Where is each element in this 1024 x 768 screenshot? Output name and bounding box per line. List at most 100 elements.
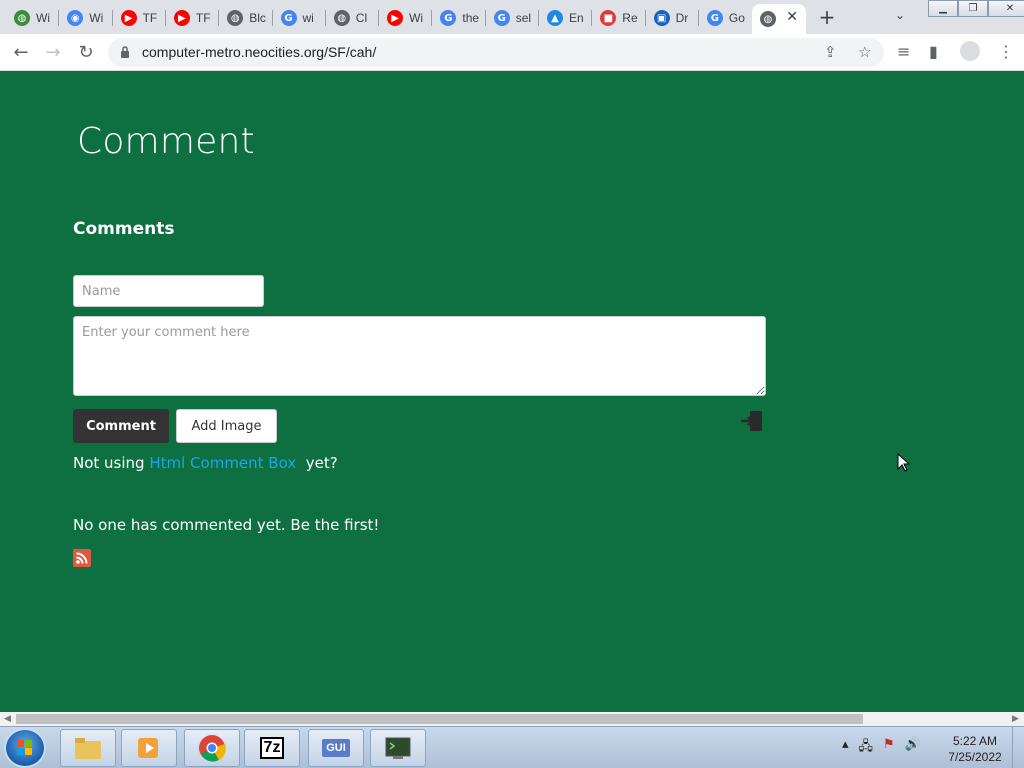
browser-tab[interactable]: ▲ En xyxy=(539,4,590,32)
page-title: Comment xyxy=(77,121,255,162)
comment-button[interactable]: Comment xyxy=(73,409,169,443)
start-button[interactable] xyxy=(4,728,46,768)
side-panel-icon[interactable]: ▮ xyxy=(929,42,938,61)
google-icon: G xyxy=(493,10,510,26)
tab-search-dropdown-icon[interactable]: ⌄ xyxy=(895,8,905,22)
tab-title: TF xyxy=(195,11,211,25)
taskbar-gui-app[interactable]: GUI xyxy=(308,729,364,767)
tab-close-icon[interactable]: ✕ xyxy=(786,9,798,25)
browser-toolbar: ← → ↻ computer-metro.neocities.org/SF/ca… xyxy=(0,34,1024,71)
tab-title: Cl xyxy=(355,11,368,25)
taskbar-media-player[interactable] xyxy=(121,729,177,767)
scroll-left-icon[interactable]: ◀ xyxy=(4,714,11,724)
name-input[interactable] xyxy=(73,275,264,307)
media-player-icon xyxy=(138,738,158,758)
youtube-icon: ▶ xyxy=(387,10,404,26)
bookmark-star-icon[interactable]: ☆ xyxy=(858,43,871,61)
maximize-button[interactable]: ❐ xyxy=(958,0,988,17)
globe-icon: ◍ xyxy=(760,11,776,27)
doc-icon: ▣ xyxy=(653,10,670,26)
clock-time: 5:22 AM xyxy=(952,734,998,748)
browser-tab[interactable]: Gsel xyxy=(486,4,537,32)
tab-separator xyxy=(271,10,273,26)
browser-tab[interactable]: G Go xyxy=(699,4,750,32)
browser-tab[interactable]: ▶ Wi xyxy=(379,4,430,32)
volume-icon[interactable]: 🔊 xyxy=(905,737,921,759)
tab-title: sel xyxy=(515,11,532,25)
windows-taskbar: 7z GUI ▴ 🖧 ⚑ 🔊 5:22 AM 7/25/2022 xyxy=(0,726,1024,768)
mouse-cursor-icon xyxy=(897,453,911,472)
rss-feed-icon[interactable] xyxy=(73,549,91,567)
browser-tab[interactable]: ◉ Wi xyxy=(59,4,110,32)
forward-button[interactable]: → xyxy=(41,41,65,65)
browser-tab[interactable]: ◍ Cl xyxy=(326,4,377,32)
login-icon[interactable] xyxy=(740,409,764,433)
tab-active[interactable]: ◍ ✕ xyxy=(752,4,806,34)
show-desktop-button[interactable] xyxy=(1012,727,1024,768)
page-content: Comment Comments Comment Add Image Not u… xyxy=(0,71,1024,712)
share-icon[interactable]: ⇪ xyxy=(824,43,837,61)
tab-title: Wi xyxy=(89,11,104,25)
tab-title: Blc xyxy=(249,11,266,25)
sevenzip-icon: 7z xyxy=(259,737,285,759)
system-clock[interactable]: 5:22 AM 7/25/2022 xyxy=(940,733,1010,765)
action-center-icon[interactable]: ⚑ xyxy=(883,737,895,759)
tab-title: Dr xyxy=(675,11,689,25)
show-hidden-icons[interactable]: ▴ xyxy=(842,737,849,759)
network-icon[interactable]: 🖧 xyxy=(859,737,874,759)
tab-separator xyxy=(644,10,646,26)
tab-separator xyxy=(58,10,60,26)
tab-separator xyxy=(538,10,539,26)
chrome-icon xyxy=(199,735,226,762)
comment-textarea[interactable] xyxy=(73,316,766,396)
system-tray: ▴ 🖧 ⚑ 🔊 xyxy=(842,737,921,759)
browser-tab[interactable]: ◍ Blc xyxy=(219,4,270,32)
browser-tab[interactable]: ▣ Dr xyxy=(646,4,697,32)
lock-icon[interactable] xyxy=(120,45,130,59)
browser-tab[interactable]: ■ Re xyxy=(592,4,643,32)
taskbar-terminal-app[interactable] xyxy=(370,729,426,767)
taskbar-chrome[interactable] xyxy=(184,729,240,767)
folder-icon xyxy=(75,738,101,759)
windows-logo-icon xyxy=(17,740,32,755)
browser-tab[interactable]: ◍ Wi xyxy=(6,4,57,32)
browser-tab[interactable]: ▶ TF xyxy=(166,4,217,32)
taskbar-7zip[interactable]: 7z xyxy=(244,729,300,767)
tab-title: the xyxy=(462,11,480,25)
browser-tab[interactable]: Gthe xyxy=(432,4,483,32)
add-image-button[interactable]: Add Image xyxy=(176,409,277,443)
tab-separator xyxy=(378,10,380,26)
tab-title: TF xyxy=(142,11,158,25)
address-bar[interactable]: computer-metro.neocities.org/SF/cah/ ⇪ ☆ xyxy=(108,38,884,67)
reload-button[interactable]: ↻ xyxy=(74,41,98,65)
clock-date: 7/25/2022 xyxy=(948,750,1002,764)
no-comments-message: No one has commented yet. Be the first! xyxy=(73,516,380,534)
browser-tab[interactable]: Gwi xyxy=(273,4,324,32)
menu-kebab-icon[interactable]: ⋮ xyxy=(998,42,1014,61)
app-icon: ■ xyxy=(600,10,617,26)
tab-title: En xyxy=(569,11,584,25)
minimize-button[interactable]: ▁ xyxy=(928,0,958,17)
tab-separator xyxy=(697,10,699,26)
media-control-icon[interactable]: ≡ xyxy=(897,42,910,61)
scroll-right-icon[interactable]: ▶ xyxy=(1012,714,1019,724)
google-icon: G xyxy=(440,10,457,26)
new-tab-button[interactable]: + xyxy=(816,6,838,28)
url-text[interactable]: computer-metro.neocities.org/SF/cah/ xyxy=(142,44,376,60)
profile-avatar-icon[interactable] xyxy=(960,41,980,61)
tab-title: wi xyxy=(302,11,314,25)
globe-icon: ◍ xyxy=(333,10,350,26)
horizontal-scrollbar[interactable]: ◀ ▶ xyxy=(0,712,1024,726)
back-button[interactable]: ← xyxy=(9,41,33,65)
tab-title: Wi xyxy=(36,11,50,25)
google-icon: G xyxy=(706,10,723,26)
html-comment-box-link[interactable]: Html Comment Box xyxy=(149,454,296,472)
close-window-button[interactable]: ✕ xyxy=(988,0,1024,17)
tab-separator xyxy=(111,10,113,26)
scrollbar-thumb[interactable] xyxy=(16,714,863,724)
tab-title: Re xyxy=(622,11,638,25)
tab-title: Go xyxy=(728,11,745,25)
tab-separator xyxy=(484,10,486,26)
browser-tab[interactable]: ▶ TF xyxy=(113,4,164,32)
taskbar-explorer[interactable] xyxy=(60,729,116,767)
